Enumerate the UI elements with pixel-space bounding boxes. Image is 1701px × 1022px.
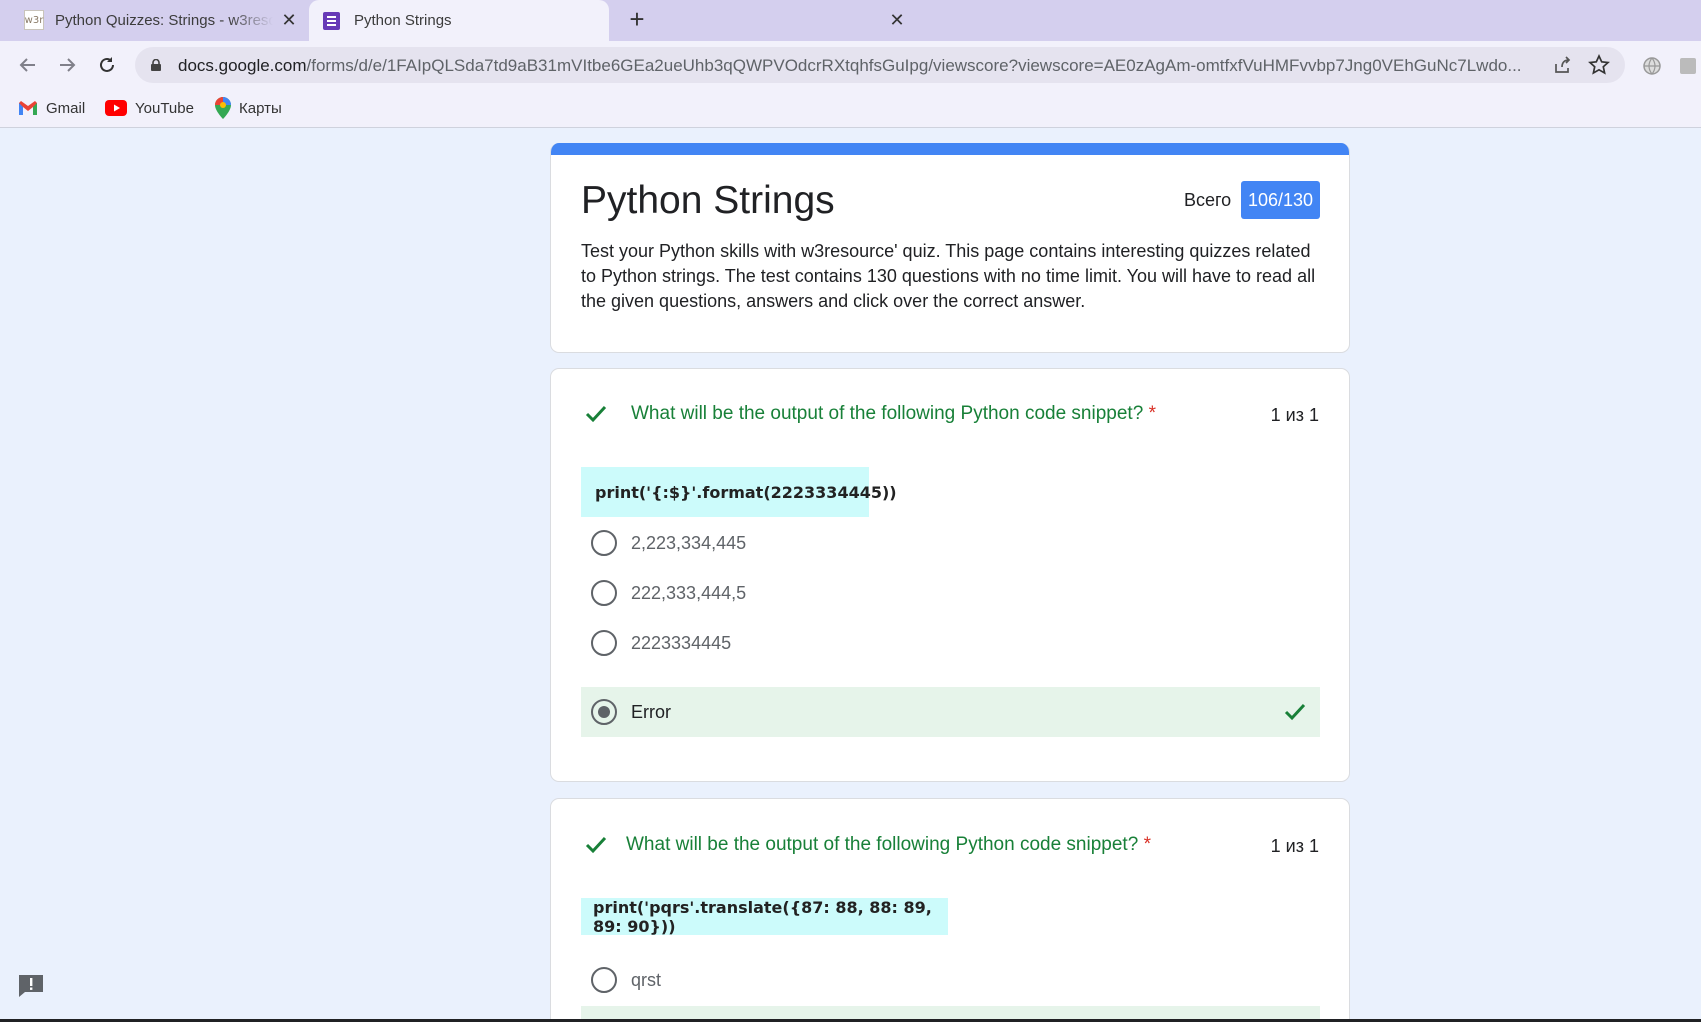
browser-toolbar: docs.google.com/forms/d/e/1FAIpQLSda7td9… bbox=[0, 41, 1701, 89]
bookmark-gmail[interactable]: Gmail bbox=[18, 96, 85, 120]
tab-title: Python Quizzes: Strings - w3resource bbox=[55, 12, 273, 29]
answer-option[interactable]: 222,333,444,5 bbox=[581, 568, 1320, 618]
close-icon[interactable]: ✕ bbox=[887, 10, 907, 30]
bookmark-maps[interactable]: Карты bbox=[215, 96, 282, 120]
share-icon[interactable] bbox=[1551, 54, 1573, 76]
question-text: What will be the output of the following… bbox=[631, 403, 1156, 424]
forward-button[interactable] bbox=[53, 51, 81, 79]
question-card: What will be the output of the following… bbox=[550, 798, 1350, 1022]
tab-title: Python Strings bbox=[354, 12, 452, 29]
form-title: Python Strings bbox=[581, 179, 835, 222]
back-button[interactable] bbox=[14, 51, 42, 79]
code-snippet: print('pqrs'.translate({87: 88, 88: 89, … bbox=[581, 898, 948, 936]
total-score-label: Всего bbox=[1184, 190, 1232, 210]
report-problem-button[interactable] bbox=[17, 973, 45, 999]
correct-check-icon bbox=[1284, 703, 1306, 721]
form-description: Test your Python skills with w3resource'… bbox=[581, 241, 1316, 311]
radio-button[interactable] bbox=[591, 630, 617, 656]
tab-strip: w3r Python Quizzes: Strings - w3resource… bbox=[0, 0, 1701, 41]
radio-button-selected[interactable] bbox=[591, 699, 617, 725]
maps-icon bbox=[215, 97, 231, 119]
header-accent-band bbox=[551, 143, 1349, 155]
youtube-icon bbox=[105, 100, 127, 116]
tab-w3resource[interactable]: w3r Python Quizzes: Strings - w3resource… bbox=[0, 0, 309, 41]
google-forms-icon bbox=[323, 12, 340, 30]
lock-icon bbox=[151, 59, 161, 71]
answer-option-correct[interactable]: Error bbox=[581, 687, 1320, 737]
new-tab-button[interactable]: + bbox=[624, 6, 650, 33]
option-label: 222,333,444,5 bbox=[631, 582, 747, 603]
question-points: 1 из 1 bbox=[1270, 836, 1319, 856]
tab-python-strings[interactable]: Python Strings ✕ bbox=[309, 0, 905, 41]
question-points: 1 из 1 bbox=[1270, 405, 1319, 425]
url-text[interactable]: docs.google.com/forms/d/e/1FAIpQLSda7td9… bbox=[178, 56, 1563, 76]
required-mark: * bbox=[1143, 834, 1151, 855]
radio-button[interactable] bbox=[591, 967, 617, 993]
radio-button[interactable] bbox=[591, 580, 617, 606]
option-label: qrst bbox=[631, 969, 662, 990]
back-arrow-icon bbox=[19, 58, 35, 72]
radio-button[interactable] bbox=[591, 530, 617, 556]
w3resource-favicon-icon: w3r bbox=[24, 10, 44, 30]
code-snippet: print('{:$}'.format(2223334445)) bbox=[581, 467, 897, 517]
reload-button[interactable] bbox=[93, 51, 121, 79]
correct-check-icon bbox=[585, 836, 607, 854]
answer-option[interactable]: 2,223,334,445 bbox=[581, 518, 1320, 568]
gmail-icon bbox=[19, 101, 37, 115]
form-header-card: Python Strings Всего 106/130 Test your P… bbox=[550, 143, 1350, 353]
option-label: Error bbox=[631, 701, 671, 722]
answer-option[interactable]: qrst bbox=[581, 955, 1320, 1005]
bookmark-youtube[interactable]: YouTube bbox=[105, 96, 194, 120]
required-mark: * bbox=[1148, 403, 1156, 424]
reload-icon bbox=[100, 57, 114, 72]
question-text: What will be the output of the following… bbox=[626, 834, 1151, 855]
question-card: What will be the output of the following… bbox=[550, 368, 1350, 782]
extension-icon[interactable] bbox=[1677, 55, 1699, 77]
address-bar[interactable]: docs.google.com/forms/d/e/1FAIpQLSda7td9… bbox=[135, 47, 1625, 83]
bookmarks-bar: Gmail YouTube Карты bbox=[0, 89, 1701, 128]
correct-check-icon bbox=[585, 405, 607, 423]
option-label: 2,223,334,445 bbox=[631, 532, 747, 553]
globe-extension-icon[interactable] bbox=[1641, 55, 1663, 77]
forward-arrow-icon bbox=[60, 58, 76, 72]
score-badge: 106/130 bbox=[1241, 181, 1320, 219]
answer-option[interactable]: 2223334445 bbox=[581, 618, 1320, 668]
close-icon[interactable]: ✕ bbox=[279, 10, 299, 30]
option-label: 2223334445 bbox=[631, 632, 732, 653]
bookmark-star-icon[interactable] bbox=[1588, 54, 1610, 76]
feedback-icon bbox=[19, 975, 43, 997]
